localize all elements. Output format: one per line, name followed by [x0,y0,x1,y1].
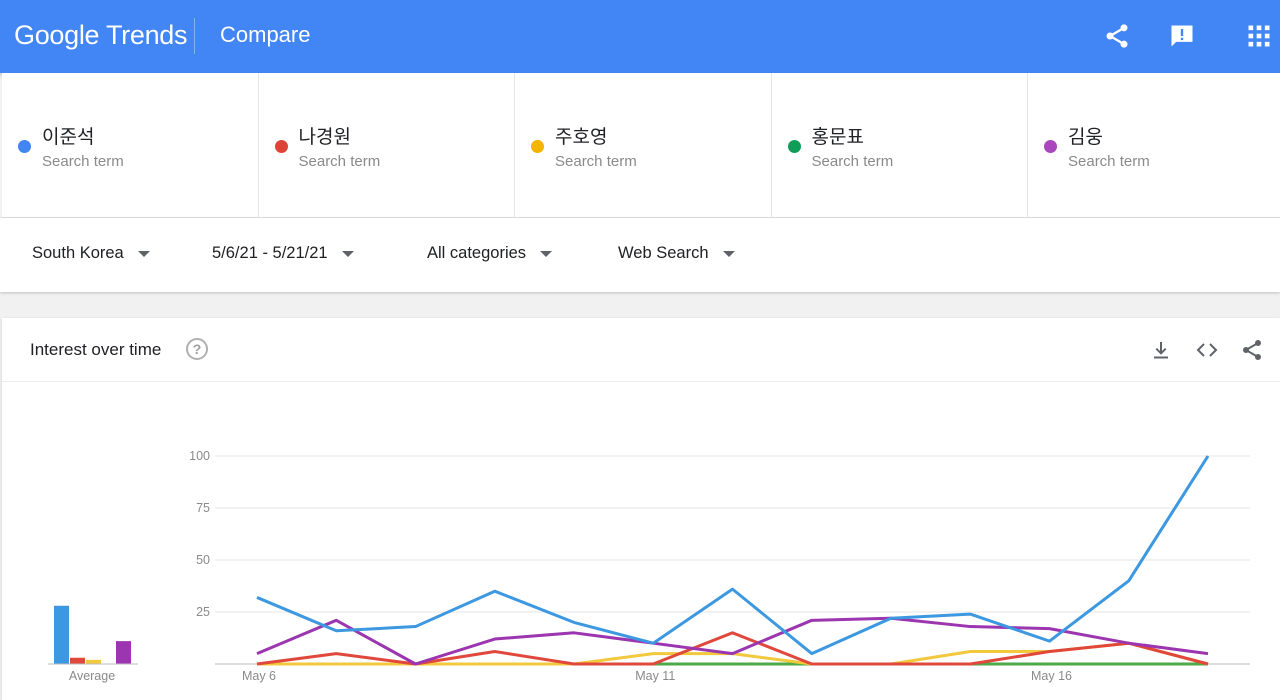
average-bar-5[interactable] [116,641,131,664]
filter-bar: South Korea 5/6/21 - 5/21/21 All categor… [0,218,1280,292]
average-label: Average [69,669,115,683]
average-bar-1[interactable] [54,605,69,664]
logo-trends-text: Trends [105,20,188,50]
y-tick-label: 25 [196,605,210,619]
interest-chart: Average 25 50 75 100 May 6 May 11 May 16 [48,449,1250,683]
interest-over-time-card: Interest over time ? Average 25 50 75 100 M… [2,318,1280,700]
y-tick-label: 75 [196,501,210,515]
date-range-label: 5/6/21 - 5/21/21 [212,244,328,262]
y-tick-label: 50 [196,553,210,567]
search-type-dropdown[interactable]: Web Search [618,244,735,263]
y-tick-label: 100 [189,449,210,463]
series-line-2[interactable] [256,631,1209,666]
region-dropdown[interactable]: South Korea [32,244,150,263]
page-title: Compare [220,22,311,47]
logo-google-text: Google [14,20,100,50]
feedback-icon[interactable] [1168,22,1196,50]
apps-grid-icon[interactable] [1245,22,1273,50]
term-name: 주호영 [555,126,608,148]
share-icon[interactable] [1103,22,1131,50]
dropdown-arrow-icon [722,250,735,257]
term-name: 홍문표 [811,126,864,148]
dropdown-arrow-icon [540,250,553,257]
average-bar-2[interactable] [70,657,85,664]
average-bar-3[interactable] [86,659,101,664]
x-tick-label: May 16 [1031,669,1072,683]
series-line-1[interactable] [256,455,1210,656]
term-color-dot [1044,140,1057,153]
x-axis-labels: May 6 May 11 May 16 [242,669,1072,683]
term-subtitle: Search term [1068,153,1150,170]
term-color-dot [787,140,801,153]
region-label: South Korea [32,244,124,262]
search-term-1[interactable]: 이준석 Search term [2,73,259,218]
term-name: 김웅 [1068,126,1103,148]
search-term-4[interactable]: 홍문표 Search term [772,73,1028,218]
search-terms-bar: 이준석 Search term 나경원 Search term 주호영 Sear… [2,73,1280,218]
term-name: 이준석 [42,126,95,148]
x-tick-label: May 11 [635,669,675,683]
category-label: All categories [427,244,527,262]
search-term-5[interactable]: 김웅 Search term [1028,73,1280,218]
term-name: 나경원 [298,126,351,148]
average-bars [48,605,138,665]
search-term-3[interactable]: 주호영 Search term [515,73,772,218]
header-divider [194,18,195,54]
dropdown-arrow-icon [341,250,354,257]
series-line-5[interactable] [256,616,1209,666]
category-dropdown[interactable]: All categories [427,244,553,263]
term-color-dot [531,140,544,153]
term-subtitle: Search term [42,153,124,170]
term-color-dot [274,140,288,153]
date-range-dropdown[interactable]: 5/6/21 - 5/21/21 [212,244,354,263]
x-tick-label: May 6 [242,669,276,683]
term-subtitle: Search term [811,153,894,170]
term-subtitle: Search term [555,153,637,170]
top-app-bar: Google Trends Compare [0,0,1280,73]
term-color-dot [18,140,31,153]
search-term-2[interactable]: 나경원 Search term [259,73,515,218]
y-axis-labels: 25 50 75 100 [189,449,210,619]
search-type-label: Web Search [618,244,709,262]
term-subtitle: Search term [298,153,381,170]
dropdown-arrow-icon [137,250,150,257]
google-trends-logo[interactable]: Google Trends [14,20,188,51]
